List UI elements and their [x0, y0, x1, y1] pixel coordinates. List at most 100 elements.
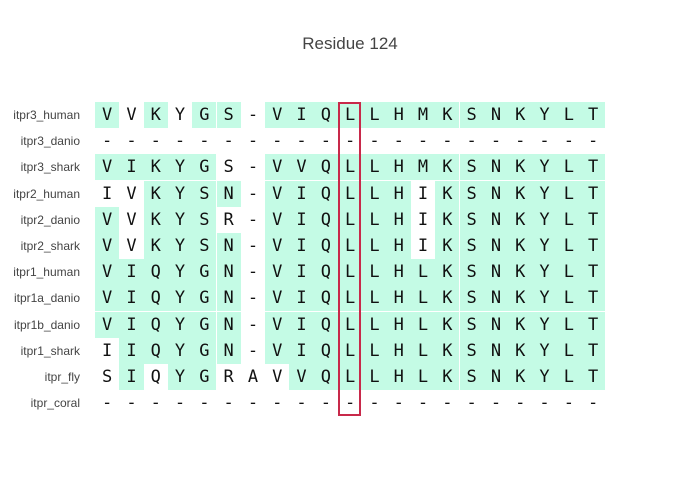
residue-cell: Y: [167, 154, 193, 181]
residue-cell: T: [581, 180, 606, 207]
residue-cell: -: [126, 393, 137, 414]
residue-cell: I: [417, 183, 429, 204]
residue-cell: L: [410, 259, 436, 286]
residue-cell: -: [102, 131, 113, 152]
residue-cell: L: [556, 154, 581, 181]
residue-cell: -: [199, 131, 210, 152]
residue-cell: Q: [313, 206, 338, 233]
sequence-name: itpr_fly: [44, 370, 80, 384]
residue-cell: S: [192, 180, 217, 207]
residue-cell: T: [581, 337, 606, 364]
residue-cell: G: [192, 259, 217, 286]
residue-cell: -: [588, 131, 599, 152]
residue-cell: L: [362, 154, 387, 181]
residue-cell: R: [223, 209, 234, 230]
residue-cell: -: [174, 131, 186, 152]
sequence-name: itpr3_shark: [20, 160, 80, 175]
residue-cell: K: [143, 206, 168, 233]
residue-cell: -: [515, 131, 526, 152]
residue-cell: -: [588, 393, 599, 414]
residue-cell: T: [581, 285, 606, 312]
residue-cell: -: [539, 393, 550, 414]
residue-cell: L: [338, 154, 363, 181]
residue-cell: N: [483, 259, 509, 286]
residue-cell: V: [265, 206, 290, 233]
residue-cell: K: [508, 206, 533, 233]
residue-cell: Y: [167, 337, 193, 364]
residue-cell: Y: [167, 259, 193, 286]
residue-cell: L: [556, 364, 581, 390]
residue-cell: T: [581, 206, 606, 233]
sequence-alignment: itpr3_human V V K Y G S - V I Q L L H M K S N K Y L Titpr3_da…: [0, 0, 700, 500]
residue-cell: H: [386, 180, 411, 207]
residue-cell: V: [95, 154, 120, 181]
residue-cell: -: [174, 393, 186, 414]
residue-cell: -: [223, 393, 234, 414]
residue-cell: -: [345, 393, 356, 414]
residue-cell: -: [369, 131, 380, 152]
residue-cell: L: [362, 364, 387, 390]
residue-cell: V: [289, 364, 314, 390]
alignment-row: itpr_fly S I Q Y G R A V V Q L L H L K S N K Y L T: [0, 364, 700, 390]
residue-cell: I: [119, 364, 144, 390]
residue-cell: N: [216, 285, 241, 312]
alignment-row: itpr2_human I V K Y S N - V I Q L L H I K S N K Y L T: [0, 180, 700, 207]
residue-cell: Y: [167, 180, 193, 207]
residue-cell: -: [199, 393, 210, 414]
residue-cell: V: [265, 233, 290, 259]
residue-cell: N: [483, 311, 509, 338]
residue-cell: L: [338, 259, 363, 286]
residue-cell: -: [247, 236, 259, 256]
residue-cell: H: [386, 311, 411, 338]
residue-cell: L: [338, 180, 363, 207]
residue-cell: K: [435, 337, 460, 364]
sequence-name: itpr1_shark: [20, 343, 80, 358]
residue-cell: G: [192, 311, 217, 338]
residue-cell: Y: [532, 285, 557, 312]
residue-cell: N: [483, 337, 509, 364]
residue-cell: T: [581, 311, 606, 338]
residue-cell: Y: [532, 259, 557, 286]
residue-cell: V: [126, 209, 137, 230]
residue-cell: V: [272, 367, 283, 387]
residue-cell: Q: [313, 233, 338, 259]
residue-cell: Y: [532, 337, 557, 364]
residue-cell: Q: [313, 311, 338, 338]
residue-cell: L: [362, 259, 387, 286]
residue-cell: V: [265, 154, 290, 181]
residue-cell: L: [410, 337, 436, 364]
residue-cell: I: [119, 311, 144, 338]
residue-cell: L: [556, 259, 581, 286]
residue-cell: S: [459, 102, 484, 128]
residue-cell: L: [362, 180, 387, 207]
residue-cell: Q: [143, 259, 168, 286]
sequence-name: itpr2_shark: [20, 239, 80, 253]
residue-cell: -: [247, 393, 259, 414]
residue-cell: N: [483, 206, 509, 233]
residue-cell: L: [338, 206, 363, 233]
residue-cell: -: [247, 340, 259, 361]
residue-cell: L: [556, 311, 581, 338]
residue-cell: -: [102, 393, 113, 414]
residue-cell: L: [338, 102, 363, 128]
residue-cell: -: [150, 131, 161, 152]
residue-cell: -: [515, 393, 526, 414]
residue-cell: K: [143, 233, 168, 259]
residue-cell: K: [143, 154, 168, 181]
residue-cell: G: [192, 364, 217, 390]
residue-cell: Y: [167, 233, 193, 259]
residue-cell: K: [435, 233, 460, 259]
residue-cell: H: [386, 364, 411, 390]
residue-cell: Q: [313, 337, 338, 364]
alignment-row: itpr1_human V I Q Y G N - V I Q L L H L K S N K Y L T: [0, 259, 700, 286]
residue-cell: K: [508, 259, 533, 286]
residue-cell: V: [95, 311, 120, 338]
residue-cell: V: [265, 180, 290, 207]
residue-cell: V: [95, 259, 120, 286]
residue-cell: -: [417, 131, 429, 152]
residue-cell: G: [192, 154, 217, 181]
residue-cell: Q: [313, 364, 338, 390]
residue-cell: I: [119, 337, 144, 364]
residue-cell: V: [95, 102, 120, 128]
sequence-name: itpr3_human: [13, 108, 80, 122]
